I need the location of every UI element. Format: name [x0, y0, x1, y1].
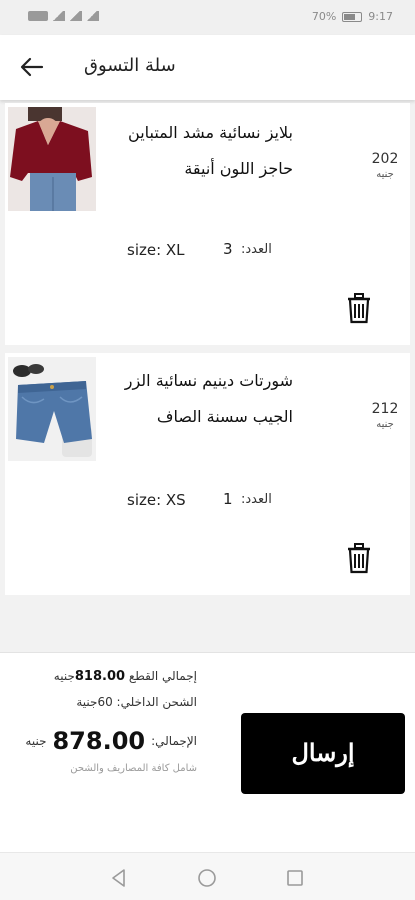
price: 202 جنيه: [365, 151, 405, 180]
page-title: سلة التسوق: [84, 55, 176, 76]
blouse-image: [8, 107, 96, 211]
grand-total-label: الإجمالي:: [151, 734, 197, 748]
cart-item: بلايز نسائية مشد المتباين حاجز اللون أني…: [5, 103, 410, 345]
size-label: size: XS: [127, 491, 186, 509]
quantity-value: 3: [223, 240, 233, 258]
nav-home-button[interactable]: [196, 867, 218, 889]
shorts-image: [8, 357, 96, 461]
trash-icon: [348, 543, 370, 574]
cart-item: شورتات دينيم نسائية الزر الجيب سسنة الصا…: [5, 353, 410, 595]
price-value: 212: [371, 401, 399, 417]
items-total-currency: جنيه: [53, 669, 75, 683]
grand-total-currency: جنيه: [25, 734, 47, 748]
nav-recents-button[interactable]: [284, 867, 306, 889]
total-note: شامل كافة المصاريف والشحن: [70, 763, 197, 774]
delete-button[interactable]: [345, 542, 373, 574]
battery-percent: 70%: [311, 10, 337, 23]
product-image[interactable]: [8, 107, 96, 211]
price: 212 جنيه: [365, 401, 405, 430]
nav-back-button[interactable]: [108, 867, 130, 889]
app-header: سلة التسوق: [0, 35, 415, 100]
status-icons-left: [28, 11, 99, 21]
price-value: 202: [371, 151, 399, 167]
status-icons-right: 70% 9:17: [312, 10, 393, 23]
clock: 9:17: [368, 10, 393, 23]
items-total-value: 818.00: [74, 669, 126, 684]
items-total-label: إجمالي القطع: [128, 669, 197, 683]
signal-icon: [51, 11, 65, 21]
price-currency: جنيه: [376, 169, 394, 180]
arrow-left-icon: [20, 57, 44, 77]
system-nav-bar: [0, 852, 415, 900]
battery-icon: [342, 11, 363, 22]
status-bar: 70% 9:17: [0, 0, 415, 35]
circle-home-icon: [198, 869, 216, 887]
back-button[interactable]: [18, 53, 46, 81]
items-total-row: إجمالي القطع 818.00جنيه: [54, 669, 197, 684]
send-button[interactable]: إرسال: [241, 713, 405, 794]
sim-icon: [28, 11, 48, 21]
trash-icon: [348, 293, 370, 324]
product-name: شورتات دينيم نسائية الزر الجيب سسنة الصا…: [124, 371, 293, 426]
grand-total-value: 878.00: [52, 727, 146, 755]
delete-button[interactable]: [345, 292, 373, 324]
product-name: بلايز نسائية مشد المتباين حاجز اللون أني…: [128, 123, 293, 178]
quantity-label: العدد:: [241, 242, 272, 257]
wifi-icon: [85, 11, 99, 21]
size-label: size: XL: [127, 241, 185, 259]
price-currency: جنيه: [376, 419, 394, 430]
grand-total-row: الإجمالي: 878.00 جنيه: [25, 727, 197, 755]
triangle-back-icon: [112, 869, 125, 887]
signal-icon-2: [68, 11, 82, 21]
square-recents-icon: [287, 870, 303, 886]
product-image[interactable]: [8, 357, 96, 461]
order-summary: إجمالي القطع 818.00جنيه الشحن الداخلي: 6…: [0, 652, 415, 852]
quantity-value: 1: [223, 490, 233, 508]
shipping-row: الشحن الداخلي: 60جنية: [76, 695, 197, 709]
quantity-label: العدد:: [241, 492, 272, 507]
battery-level: [344, 13, 356, 20]
